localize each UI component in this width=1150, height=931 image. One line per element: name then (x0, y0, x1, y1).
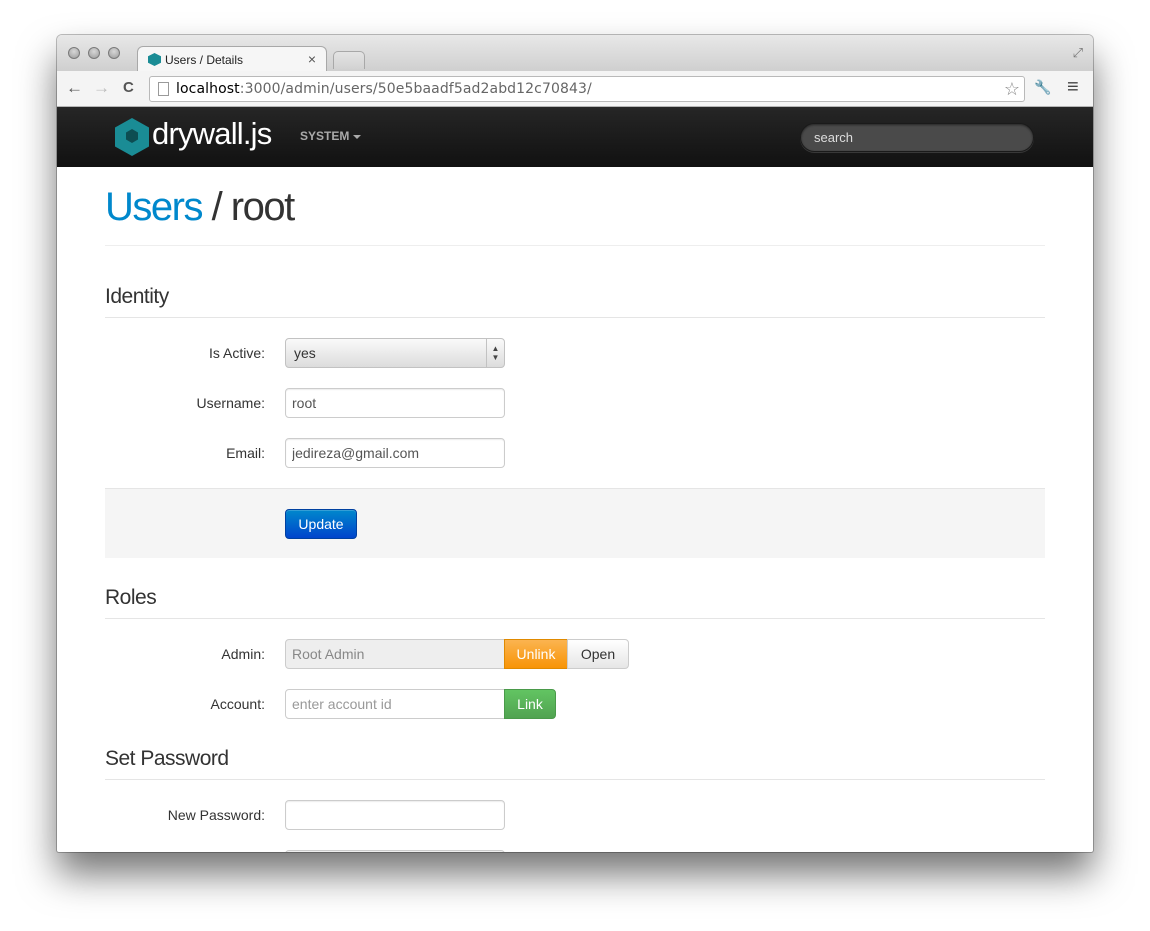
is-active-select[interactable]: yes ▲ ▼ (285, 338, 505, 368)
close-window-button[interactable] (68, 47, 80, 59)
identity-heading: Identity (105, 285, 169, 308)
account-label: Account: (210, 696, 265, 712)
brand-name[interactable]: drywall.js (152, 116, 272, 152)
minimize-window-button[interactable] (88, 47, 100, 59)
page-title: Users / root (105, 185, 295, 230)
roles-divider (105, 618, 1045, 619)
browser-tab[interactable]: Users / Details × (137, 46, 327, 72)
title-bar: Users / Details × ⤢ (57, 35, 1093, 72)
username-label: Username: (196, 395, 265, 411)
roles-heading: Roles (105, 586, 157, 609)
is-active-value: yes (294, 345, 316, 361)
wrench-icon[interactable]: 🔧 (1034, 79, 1051, 96)
password-divider (105, 779, 1045, 780)
update-button[interactable]: Update (285, 509, 357, 539)
reload-icon[interactable]: C (123, 79, 134, 97)
bookmark-star-icon[interactable]: ☆ (1004, 79, 1020, 100)
new-tab-button[interactable] (333, 51, 365, 69)
title-divider (105, 245, 1045, 246)
close-tab-icon[interactable]: × (308, 51, 316, 67)
tab-title: Users / Details (165, 53, 244, 67)
select-arrows-icon: ▲ ▼ (486, 339, 504, 367)
username-field[interactable] (285, 388, 505, 418)
identity-divider (105, 317, 1045, 318)
new-password-field[interactable] (285, 800, 505, 830)
email-field[interactable] (285, 438, 505, 468)
menu-icon[interactable]: ≡ (1067, 76, 1079, 99)
zoom-window-button[interactable] (108, 47, 120, 59)
fullscreen-icon[interactable]: ⤢ (1073, 45, 1083, 61)
link-account-button[interactable]: Link (504, 689, 556, 719)
user-name-title: root (230, 185, 295, 229)
caret-down-icon (353, 134, 362, 139)
back-arrow-icon[interactable]: ← (66, 79, 83, 97)
account-id-input[interactable] (285, 689, 505, 719)
breadcrumb-users-link[interactable]: Users (105, 185, 203, 229)
site-navbar: drywall.js SYSTEM (57, 107, 1093, 167)
confirm-password-field[interactable] (285, 850, 505, 852)
breadcrumb-separator: / (201, 185, 231, 229)
unlink-admin-button[interactable]: Unlink (504, 639, 568, 669)
form-actions: Update (105, 488, 1045, 558)
page-icon (158, 82, 169, 96)
admin-label: Admin: (221, 646, 265, 662)
favicon-icon (148, 53, 161, 66)
address-bar[interactable]: localhost:3000/admin/users/50e5baadf5ad2… (149, 76, 1025, 102)
search-input[interactable] (800, 123, 1034, 152)
is-active-label: Is Active: (208, 345, 265, 361)
forward-arrow-icon[interactable]: → (93, 79, 110, 97)
url-path: :3000/admin/users/50e5baadf5ad2abd12c708… (239, 81, 592, 97)
system-menu[interactable]: SYSTEM (300, 129, 362, 143)
system-menu-label: SYSTEM (300, 129, 350, 143)
email-label: Email: (226, 445, 265, 461)
open-admin-button[interactable]: Open (567, 639, 629, 669)
new-password-label: New Password: (167, 807, 265, 823)
url-host: localhost (176, 81, 240, 97)
admin-role-field (285, 639, 505, 669)
url-text: localhost:3000/admin/users/50e5baadf5ad2… (176, 81, 592, 97)
browser-window: Users / Details × ⤢ ← → C localhost:3000… (57, 35, 1093, 852)
browser-toolbar: ← → C localhost:3000/admin/users/50e5baa… (57, 71, 1093, 107)
set-password-heading: Set Password (105, 747, 229, 770)
